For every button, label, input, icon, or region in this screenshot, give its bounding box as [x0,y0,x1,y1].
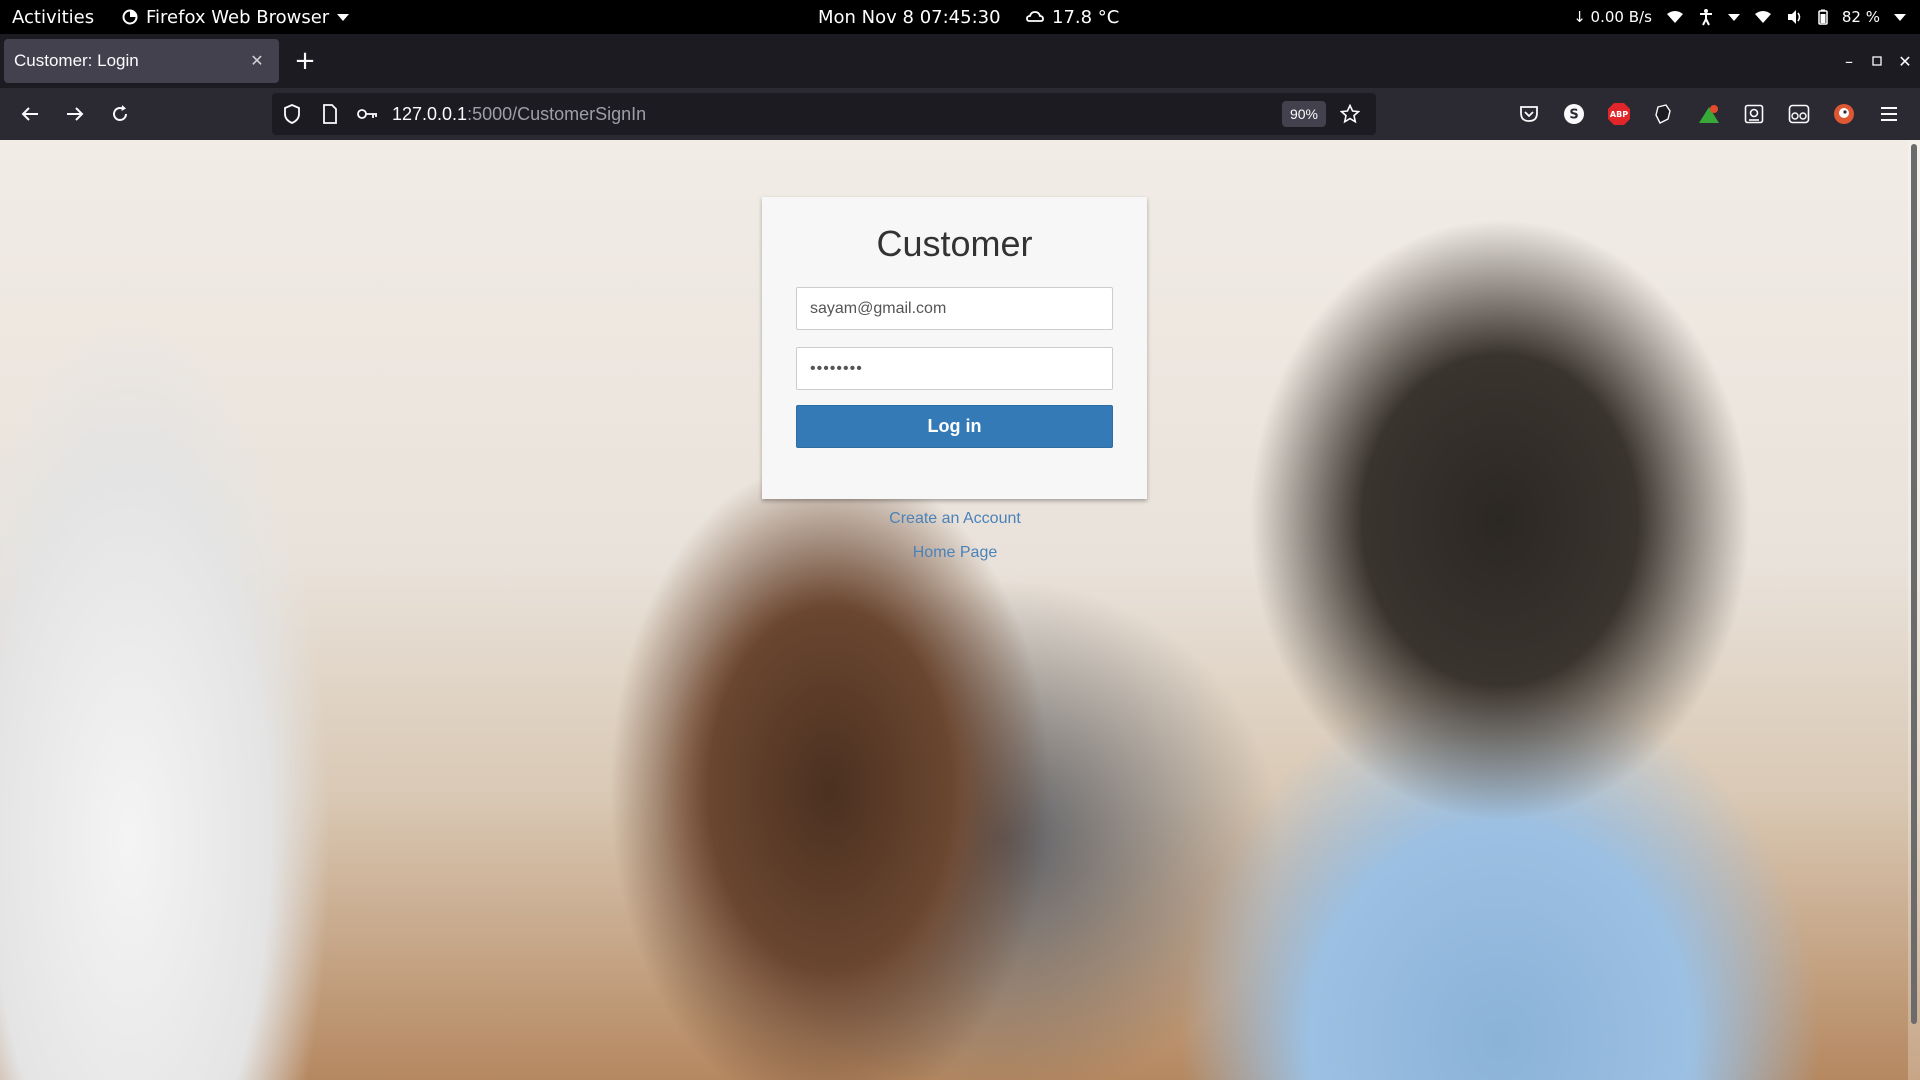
back-button[interactable] [12,96,48,132]
network-speed: ↓ 0.00 B/s [1573,8,1652,26]
password-field[interactable]: •••••••• [796,347,1113,390]
login-button[interactable]: Log in [796,405,1113,448]
battery-icon [1818,9,1828,25]
chevron-down-icon [337,13,350,21]
url-text[interactable]: 127.0.0.1:5000/CustomerSignIn [392,104,646,125]
hamburger-menu-icon[interactable] [1873,98,1905,130]
glasses-icon[interactable] [1783,98,1815,130]
battery-percentage: 82 % [1841,8,1880,26]
page-icon[interactable] [312,96,348,132]
system-top-bar: Activities Firefox Web Browser Mon Nov 8… [0,0,1920,34]
weather-indicator[interactable]: 17.8 °C [1026,0,1119,34]
clock[interactable]: Mon Nov 8 07:45:30 [818,0,1001,34]
new-tab-button[interactable]: + [290,46,320,76]
dark-mode-icon[interactable] [1648,98,1680,130]
activities-button[interactable]: Activities [12,0,94,34]
tab-strip: Customer: Login ✕ + – ✕ [0,34,1920,88]
login-card: Customer sayam@gmail.com •••••••• Log in [762,197,1147,499]
zoom-level-button[interactable]: 90% [1281,101,1326,127]
key-icon[interactable] [350,96,386,132]
home-page-link[interactable]: Home Page [0,544,1910,562]
page-scrollbar[interactable] [1908,140,1920,1080]
reload-icon [113,105,127,121]
shield-icon[interactable] [274,96,310,132]
tab-customer-login[interactable]: Customer: Login ✕ [4,39,279,83]
svg-text:ABP: ABP [1610,110,1628,119]
navigation-toolbar: 127.0.0.1:5000/CustomerSignIn 90% S ABP [0,88,1920,140]
reader-icon[interactable] [1738,98,1770,130]
pocket-icon[interactable] [1513,98,1545,130]
firefox-icon [122,9,138,25]
status-area[interactable]: ↓ 0.00 B/s 82 % [1573,0,1906,34]
chevron-down-icon [1894,13,1906,21]
weather-temperature: 17.8 °C [1052,6,1120,28]
app-menu[interactable]: Firefox Web Browser [122,0,350,34]
email-field[interactable]: sayam@gmail.com [796,287,1113,330]
url-host: 127.0.0.1 [392,103,468,124]
wifi-signal-icon [1754,11,1771,23]
green-extension-icon[interactable] [1693,98,1725,130]
duckduckgo-icon[interactable] [1828,98,1860,130]
url-path: :5000/CustomerSignIn [467,103,647,124]
accessibility-icon [1699,9,1712,26]
wifi-icon [1666,11,1683,23]
maximize-icon[interactable] [1864,48,1890,74]
app-menu-label: Firefox Web Browser [146,6,330,28]
tab-title: Customer: Login [14,51,139,70]
s-extension-icon[interactable]: S [1558,98,1590,130]
reload-button[interactable] [102,96,138,132]
close-window-icon[interactable]: ✕ [1892,48,1918,74]
login-title: Customer [876,223,1033,264]
close-tab-icon[interactable]: ✕ [245,49,269,73]
page-viewport: Customer sayam@gmail.com •••••••• Log in… [0,140,1920,1080]
minimize-icon[interactable]: – [1836,48,1862,74]
url-bar[interactable]: 127.0.0.1:5000/CustomerSignIn 90% [272,93,1376,135]
forward-arrow-icon [67,107,84,121]
bookmark-star-icon[interactable] [1332,96,1368,132]
create-account-link[interactable]: Create an Account [0,510,1910,528]
back-arrow-icon [21,107,38,121]
scrollbar-thumb[interactable] [1911,144,1917,1024]
forward-button[interactable] [57,96,93,132]
volume-icon [1787,10,1801,24]
adblock-plus-icon[interactable]: ABP [1603,98,1635,130]
svg-text:S: S [1569,108,1578,123]
weather-icon [1026,11,1044,22]
chevron-down-icon [1727,13,1740,21]
